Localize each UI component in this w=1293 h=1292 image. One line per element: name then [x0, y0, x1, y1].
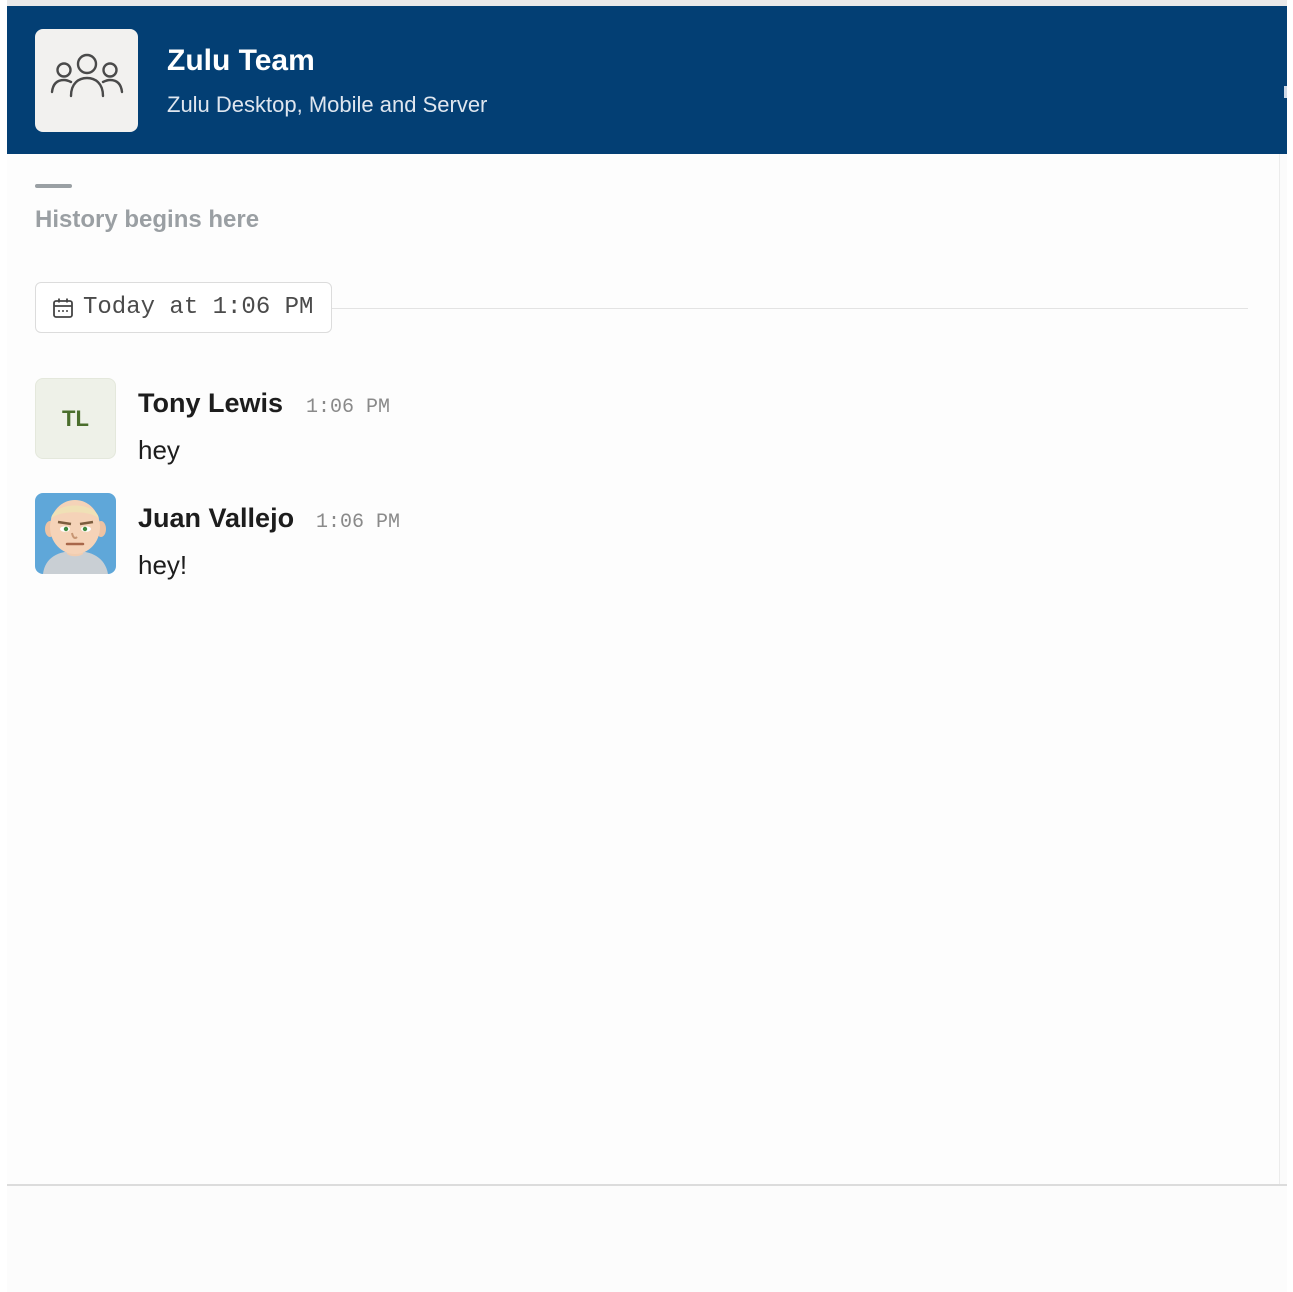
scrollbar[interactable]: [1279, 154, 1287, 1184]
message-text: hey!: [138, 550, 188, 580]
avatar[interactable]: [35, 493, 116, 574]
message-item[interactable]: Juan Vallejo 1:06 PM hey!: [35, 493, 1235, 583]
history-label: History begins here: [35, 206, 260, 233]
group-people-icon: [50, 50, 124, 111]
message-text: hey: [138, 435, 180, 465]
message-item[interactable]: TL Tony Lewis 1:06 PM hey: [35, 378, 1235, 468]
date-divider-label: Today at 1:06 PM: [83, 294, 314, 321]
calendar-icon: [52, 297, 74, 319]
header-edge-mark: [1284, 86, 1287, 98]
avatar[interactable]: TL: [35, 378, 116, 459]
date-divider-line: [332, 308, 1248, 309]
message-timestamp[interactable]: 1:06 PM: [316, 511, 400, 534]
composer-area[interactable]: [7, 1184, 1287, 1292]
date-divider: Today at 1:06 PM: [35, 282, 332, 333]
sender-name[interactable]: Juan Vallejo: [138, 503, 294, 534]
message-list[interactable]: History begins here Today at 1:06 PM TL …: [7, 154, 1279, 1184]
message-timestamp[interactable]: 1:06 PM: [306, 396, 390, 419]
channel-subtitle: Zulu Desktop, Mobile and Server: [167, 92, 488, 117]
channel-title: Zulu Team: [167, 44, 315, 77]
history-divider: [35, 184, 72, 188]
channel-avatar[interactable]: [35, 29, 138, 132]
chat-window: Zulu Team Zulu Desktop, Mobile and Serve…: [7, 0, 1287, 1292]
sender-name[interactable]: Tony Lewis: [138, 388, 283, 419]
channel-header: Zulu Team Zulu Desktop, Mobile and Serve…: [7, 6, 1287, 154]
